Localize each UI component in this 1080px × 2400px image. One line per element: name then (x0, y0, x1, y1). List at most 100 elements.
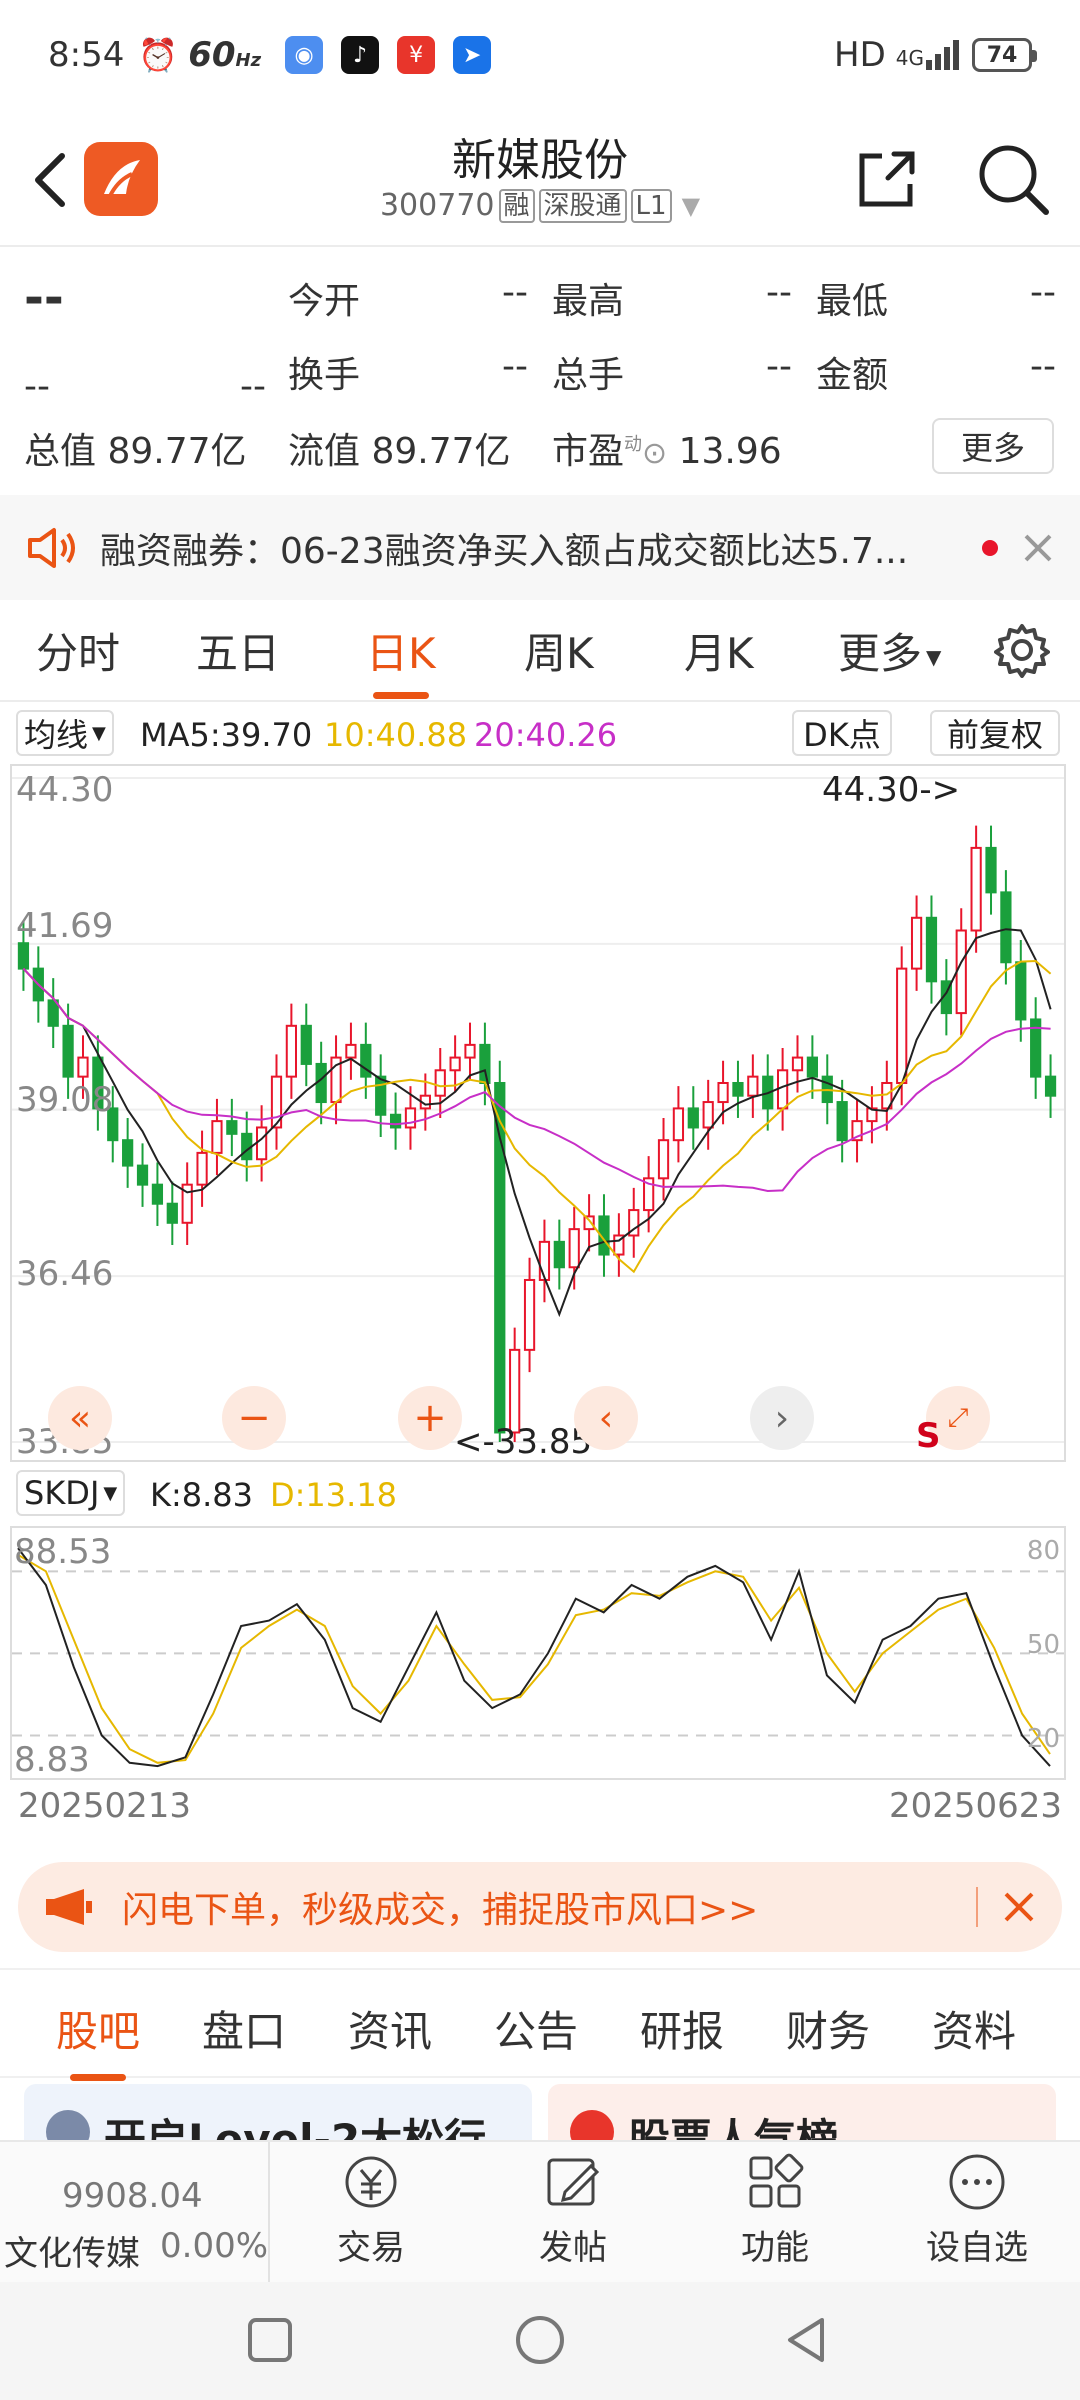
min-marker: <-33.85 (454, 1422, 593, 1462)
tab-monthly-k[interactable]: 月K (684, 620, 754, 681)
margin-notice[interactable]: 融资融券：06-23融资净买入额占成交额比达5.7... (0, 495, 1080, 600)
k-value: K:8.83 (150, 1476, 254, 1514)
post-button[interactable]: 发帖 (508, 2152, 638, 2269)
share-icon[interactable] (852, 144, 922, 214)
turnover-stat: 换手 -- (288, 346, 528, 396)
nav-app-icon: ➤ (453, 36, 492, 74)
grid-icon (749, 2153, 804, 2208)
indicator-selector[interactable]: SKDJ ▼ (16, 1470, 126, 1516)
alarm-icon: ⏰ (138, 36, 179, 74)
candle-down (241, 1132, 253, 1161)
axis-label-3: 39.08 (16, 1080, 114, 1120)
tab-announcements[interactable]: 公告 (494, 1998, 578, 2059)
candle-up (910, 916, 923, 970)
broadcast-app-icon: ◉ (285, 36, 324, 74)
axis-label-4: 36.46 (16, 1254, 114, 1294)
sector-index[interactable]: 9908.04 文化传媒 0.00% (0, 2142, 270, 2282)
home-icon[interactable] (514, 2314, 566, 2366)
d-value: D:13.18 (270, 1476, 398, 1514)
skdj-chart[interactable]: 88.53 8.83 80 50 20 (10, 1526, 1066, 1780)
trade-button[interactable]: 交易 (306, 2152, 436, 2269)
tab-intraday[interactable]: 分时 (36, 620, 120, 681)
scroll-left-button[interactable]: ‹ (574, 1386, 638, 1450)
candle-down (122, 1139, 134, 1167)
scroll-start-button[interactable]: « (48, 1386, 112, 1450)
skdj-top-label: 88.53 (14, 1532, 112, 1572)
edit-icon (547, 2158, 600, 2206)
signal-icon: 4G (896, 40, 962, 70)
candlestick-svg (12, 777, 1064, 1443)
zoom-out-button[interactable]: − (222, 1386, 286, 1450)
tab-five-day[interactable]: 五日 (196, 620, 280, 681)
tab-forum[interactable]: 股吧 (56, 1998, 140, 2059)
stock-header: 新媒股份 300770 融 深股通 L1 ▼ (0, 110, 1080, 245)
ma5-value: MA5:39.70 (140, 716, 313, 754)
candlestick-chart[interactable]: 44.30 41.69 39.08 36.46 33.85 44.30-> <-… (10, 764, 1066, 1462)
candle-up (523, 1278, 536, 1351)
pe-stat: 市盈动⊙ 13.96 (552, 431, 782, 472)
candle-down (315, 1062, 327, 1104)
tab-news[interactable]: 资讯 (348, 1998, 432, 2059)
more-stats-button[interactable]: 更多 (932, 418, 1054, 474)
close-icon[interactable] (1002, 1890, 1036, 1924)
tab-financials[interactable]: 财务 (786, 1998, 870, 2059)
ma-selector[interactable]: 均线 ▼ (16, 710, 114, 756)
tiktok-app-icon: ♪ (341, 36, 380, 74)
tab-weekly-k[interactable]: 周K (524, 620, 594, 681)
close-icon[interactable] (1022, 532, 1054, 564)
refresh-rate: 60Hz (188, 35, 262, 75)
content-tabs: 股吧 盘口 资讯 公告 研报 财务 资料 (0, 1968, 1080, 2078)
candle-down (732, 1081, 744, 1097)
level2-card[interactable]: 开启Level-2大松行 (24, 2084, 532, 2144)
zoom-in-button[interactable]: + (398, 1386, 462, 1450)
candle-down (925, 916, 938, 983)
tab-profile[interactable]: 资料 (932, 1998, 1016, 2059)
candle-down (151, 1183, 164, 1205)
candle-up (285, 1024, 298, 1078)
candle-up (970, 846, 982, 932)
promo-banner[interactable]: 闪电下单，秒级成交，捕捉股市风口>> (18, 1862, 1062, 1952)
add-watchlist-button[interactable]: 设自选 (912, 2152, 1042, 2269)
recent-apps-icon[interactable] (246, 2316, 294, 2364)
candle-down (836, 1101, 848, 1142)
volume-stat: 总手 -- (552, 346, 792, 396)
open-stat: 今开 -- (288, 272, 528, 322)
popularity-icon (570, 2110, 614, 2144)
functions-button[interactable]: 功能 (710, 2152, 840, 2269)
price-change: -- (24, 366, 50, 407)
candle-down (806, 1056, 819, 1078)
candle-down (553, 1240, 565, 1269)
skdj-level-80: 80 (1026, 1536, 1060, 1566)
candle-down (226, 1120, 238, 1135)
total-cap-stat: 总值 89.77亿 (24, 431, 247, 472)
end-date: 20250623 (888, 1786, 1062, 1826)
network-label: HD (834, 35, 886, 75)
tab-research[interactable]: 研报 (640, 1998, 724, 2059)
search-icon[interactable] (976, 142, 1050, 216)
system-navbar (0, 2282, 1080, 2400)
candle-down (687, 1107, 699, 1129)
scroll-right-button[interactable]: › (750, 1386, 814, 1450)
ma20-value: 20:40.26 (474, 716, 618, 754)
speaker-icon (28, 527, 75, 568)
tab-more[interactable]: 更多 ▼ (838, 620, 941, 681)
back-nav-icon[interactable] (782, 2316, 830, 2364)
candle-up (77, 1056, 89, 1078)
popularity-card[interactable]: 股票人气榜 (548, 2084, 1056, 2144)
tab-orderbook[interactable]: 盘口 (202, 1998, 286, 2059)
candle-up (657, 1139, 670, 1180)
axis-label-2: 41.69 (16, 906, 114, 946)
candle-up (747, 1075, 759, 1097)
candle-up (791, 1056, 804, 1072)
candle-down (375, 1075, 387, 1116)
stock-code: 300770 (379, 188, 495, 223)
ma-legend: 均线 ▼ MA5:39.70 10:40.88 20:40.26 DK点 前复权 (0, 708, 1080, 760)
candle-down (17, 942, 30, 970)
adjust-button[interactable]: 前复权 (930, 710, 1060, 756)
candle-up (434, 1069, 446, 1097)
skdj-svg (12, 1547, 1064, 1768)
dk-point-button[interactable]: DK点 (792, 710, 892, 756)
candle-down (1000, 891, 1012, 964)
settings-gear-icon[interactable] (994, 622, 1050, 678)
tab-daily-k[interactable]: 日K (366, 620, 436, 681)
